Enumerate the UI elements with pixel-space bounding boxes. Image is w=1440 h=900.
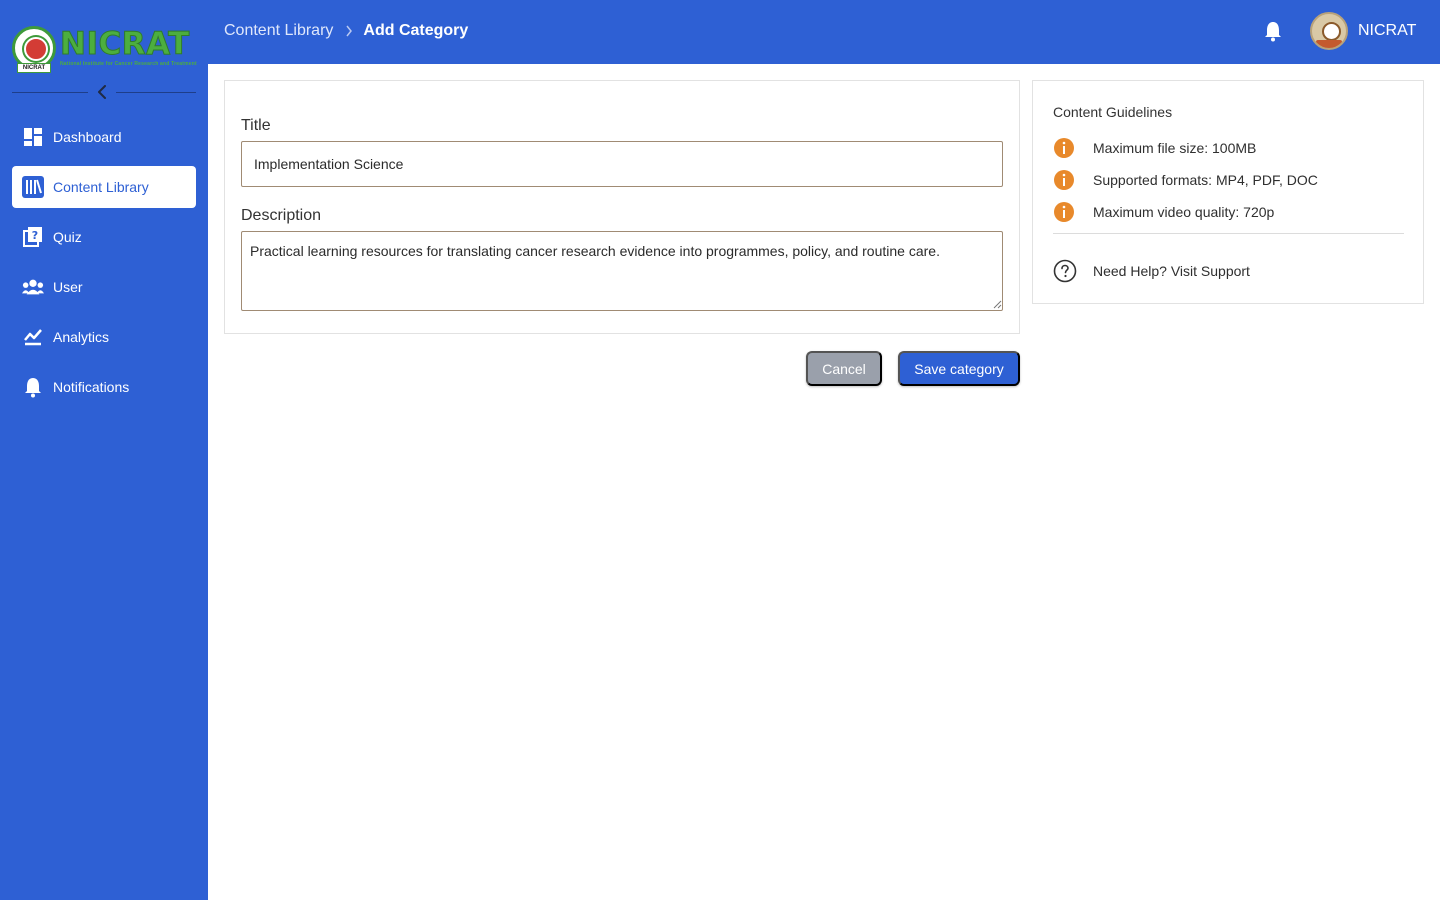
- content-guidelines-panel: Content Guidelines Maximum file size: 10…: [1032, 80, 1424, 304]
- quiz-icon: ?: [22, 226, 44, 248]
- divider: [116, 92, 196, 93]
- info-icon: [1054, 202, 1074, 222]
- cancel-button[interactable]: Cancel: [806, 351, 882, 386]
- sidebar-item-user[interactable]: User: [12, 266, 196, 308]
- sidebar-item-label: Dashboard: [53, 129, 122, 145]
- add-category-form: Title Description Practical learning res…: [224, 80, 1020, 334]
- sidebar-item-content-library[interactable]: Content Library: [12, 166, 196, 208]
- analytics-icon: [22, 326, 44, 348]
- guideline-text: Maximum video quality: 720p: [1093, 204, 1275, 220]
- sidebar-item-label: Content Library: [53, 179, 149, 195]
- avatar-icon: [1310, 12, 1348, 50]
- sidebar-nav: Dashboard Content Library ? Quiz User An…: [12, 116, 196, 416]
- sidebar-item-label: Notifications: [53, 379, 130, 395]
- description-textarea[interactable]: Practical learning resources for transla…: [241, 231, 1003, 311]
- sidebar-item-label: Analytics: [53, 329, 110, 345]
- logo-text: NICRAT National Institute for Cancer Res…: [60, 26, 197, 67]
- title-input[interactable]: [241, 141, 1003, 187]
- sidebar-item-quiz[interactable]: ? Quiz: [12, 216, 196, 258]
- svg-text:?: ?: [32, 229, 38, 242]
- user-name: NICRAT: [1358, 22, 1417, 39]
- guidelines-title: Content Guidelines: [1053, 104, 1173, 120]
- logo-tagline: National Institute for Cancer Research a…: [60, 61, 197, 67]
- guideline-item: Maximum file size: 100MB: [1053, 137, 1256, 159]
- guideline-text: Maximum file size: 100MB: [1093, 140, 1257, 156]
- support-link[interactable]: Need Help? Visit Support: [1053, 259, 1250, 283]
- users-icon: [22, 276, 44, 298]
- chevron-right-icon: [346, 25, 353, 37]
- chevron-left-icon[interactable]: [96, 85, 108, 99]
- breadcrumb-add-category: Add Category: [363, 22, 469, 39]
- logo-wordmark: NICRAT: [60, 26, 190, 62]
- info-icon: [1054, 170, 1074, 190]
- help-circle-icon: [1053, 259, 1077, 283]
- guideline-text: Supported formats: MP4, PDF, DOC: [1093, 172, 1318, 188]
- title-label: Title: [241, 117, 271, 134]
- bell-icon[interactable]: [1262, 20, 1284, 42]
- seal-icon: NICRAT: [12, 26, 56, 73]
- sidebar-item-analytics[interactable]: Analytics: [12, 316, 196, 358]
- sidebar: NICRAT NICRAT National Institute for Can…: [0, 0, 208, 900]
- sidebar-item-label: User: [53, 279, 83, 295]
- dashboard-icon: [22, 126, 44, 148]
- user-profile[interactable]: NICRAT: [1310, 12, 1416, 50]
- sidebar-item-dashboard[interactable]: Dashboard: [12, 116, 196, 158]
- nicrat-logo[interactable]: NICRAT NICRAT National Institute for Can…: [12, 24, 198, 73]
- guideline-item: Supported formats: MP4, PDF, DOC: [1053, 169, 1318, 191]
- divider: [1053, 233, 1404, 234]
- sidebar-collapse-toggle[interactable]: [12, 84, 196, 100]
- breadcrumb: Content Library Add Category: [224, 22, 468, 40]
- breadcrumb-content-library[interactable]: Content Library: [224, 22, 333, 40]
- guideline-item: Maximum video quality: 720p: [1053, 201, 1274, 223]
- sidebar-item-notifications[interactable]: Notifications: [12, 366, 196, 408]
- top-bar: Content Library Add Category NICRAT: [208, 0, 1440, 64]
- library-icon: [22, 176, 44, 198]
- description-label: Description: [241, 207, 322, 224]
- support-link-text: Need Help? Visit Support: [1093, 263, 1250, 279]
- sidebar-item-label: Quiz: [53, 229, 82, 245]
- seal-label: NICRAT: [17, 63, 51, 73]
- divider: [12, 92, 88, 93]
- info-icon: [1054, 138, 1074, 158]
- bell-icon: [22, 376, 44, 398]
- save-category-button[interactable]: Save category: [898, 351, 1020, 386]
- resize-handle-icon[interactable]: [993, 300, 1002, 309]
